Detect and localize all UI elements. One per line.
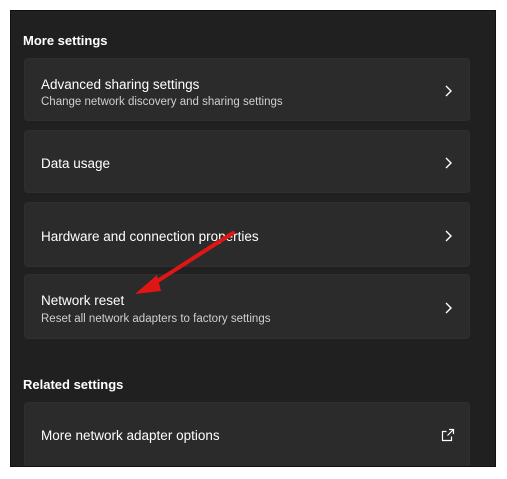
network-reset-description: Reset all network adapters to factory se…: [41, 313, 271, 325]
data-usage-label: Data usage: [41, 156, 111, 171]
network-reset-card[interactable]: Network reset Reset all network adapters…: [24, 274, 470, 339]
chevron-right-icon: [441, 156, 455, 170]
advanced-sharing-label: Advanced sharing settings: [41, 77, 200, 92]
adapter-options-label: More network adapter options: [41, 428, 220, 443]
data-usage-card[interactable]: Data usage: [24, 130, 470, 193]
more-network-adapter-options-card[interactable]: More network adapter options: [24, 402, 470, 466]
related-settings-heading: Related settings: [23, 377, 124, 392]
external-link-icon: [441, 428, 455, 442]
chevron-right-icon: [441, 229, 455, 243]
network-reset-label: Network reset: [41, 293, 125, 308]
chevron-right-icon: [441, 84, 455, 98]
more-settings-heading: More settings: [23, 33, 108, 48]
hardware-properties-label: Hardware and connection properties: [41, 229, 259, 244]
chevron-right-icon: [441, 301, 455, 315]
hardware-connection-properties-card[interactable]: Hardware and connection properties: [24, 202, 470, 267]
advanced-sharing-description: Change network discovery and sharing set…: [41, 96, 283, 108]
advanced-sharing-settings-card[interactable]: Advanced sharing settings Change network…: [24, 58, 470, 121]
settings-panel: More settings Advanced sharing settings …: [10, 10, 496, 467]
